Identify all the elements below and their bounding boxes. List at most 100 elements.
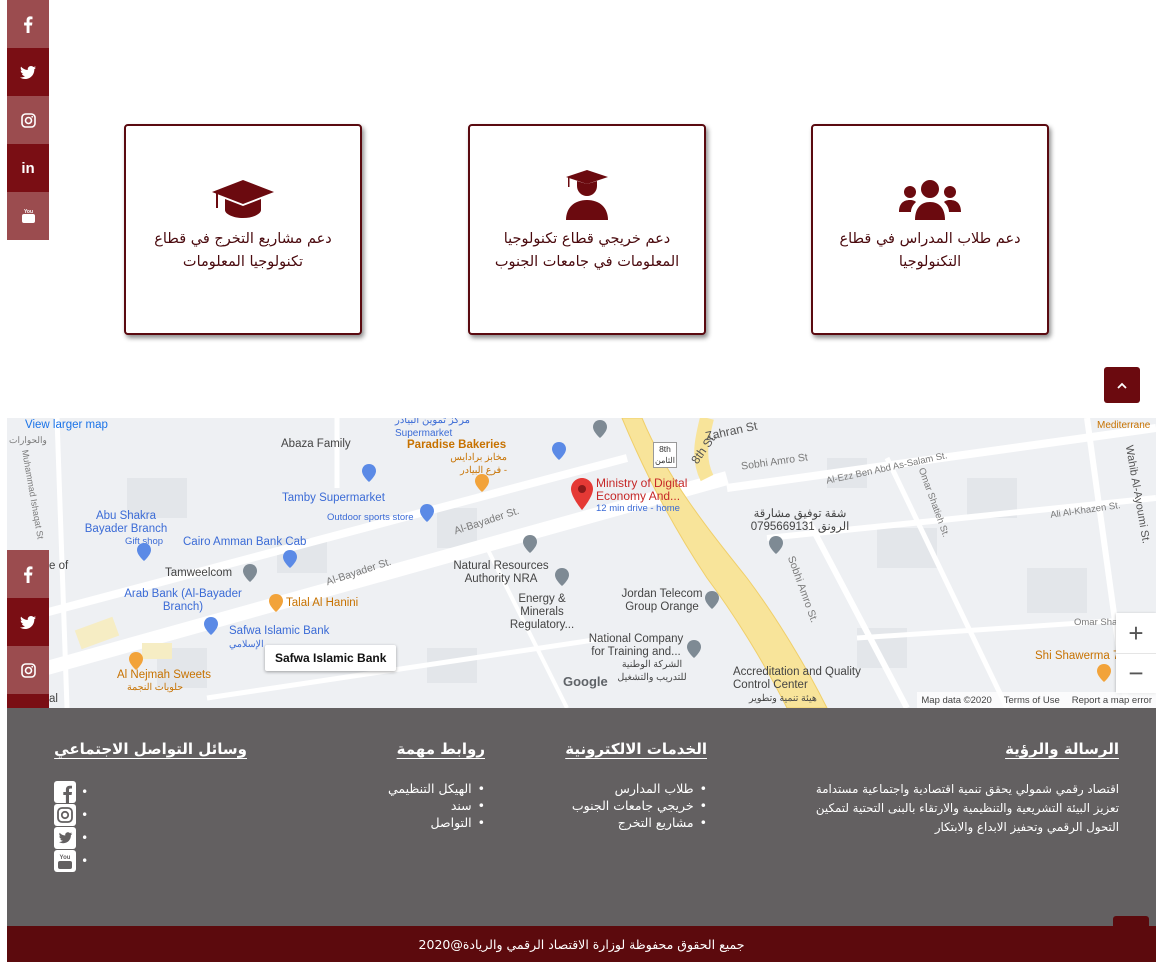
facebook-button[interactable] [7, 550, 49, 598]
footer-services: الخدمات الالكترونية طلاب المدارس خريجي ج… [565, 740, 707, 831]
shopping-pin-icon [362, 464, 376, 482]
map-label: 8th [659, 444, 671, 454]
svg-text:You: You [60, 855, 71, 861]
users-icon [899, 180, 961, 220]
view-larger-map-link[interactable]: View larger map [25, 419, 108, 432]
youtube-icon: You [21, 209, 35, 223]
twitter-button[interactable] [7, 598, 49, 646]
instagram-button[interactable] [7, 646, 49, 694]
bank-pin-icon [283, 550, 297, 568]
footer-link-contact[interactable]: التواصل [388, 814, 485, 831]
graduation-cap-icon [212, 180, 274, 218]
map-label: Outdoor sports store [327, 512, 414, 523]
instagram-icon [20, 662, 36, 678]
map-label: Abu Shakra Bayader Branch [84, 510, 168, 535]
map-label: Tamby Supermarket [282, 492, 385, 504]
linkedin-icon: in [21, 159, 35, 177]
instagram-icon [20, 112, 36, 128]
map-label: الثامن [655, 456, 675, 465]
twitter-square-icon [54, 826, 77, 849]
card-text: دعم خريجي قطاع تكنولوجيا المعلومات في جا… [494, 231, 680, 270]
map-label: هيئة تنمية وتطوير [749, 693, 817, 704]
card-it-graduates[interactable]: دعم خريجي قطاع تكنولوجيا المعلومات في جا… [468, 124, 706, 335]
map-label: شقة توفيق مشارقة الرونق 0795669131 [750, 508, 850, 533]
map-label: Tamweelcom [165, 567, 233, 579]
shopping-pin-icon [420, 504, 434, 522]
map-label: Natural Resources Authority NRA [453, 560, 549, 585]
map-road-label: Omar Sha [1074, 617, 1118, 628]
footer-social-list: • • • You • [54, 780, 247, 872]
copyright-text: جميع الحقوق محفوظة لوزارة الاقتصاد الرقم… [418, 936, 745, 952]
map-marker-subtitle: 12 min drive - home [596, 503, 680, 514]
social-sidebar-top: in You [7, 0, 49, 240]
place-pin-icon [523, 535, 537, 553]
map-label: الإسلامي [229, 639, 264, 650]
report-error-link[interactable]: Report a map error [1072, 695, 1152, 706]
restaurant-pin-icon [129, 652, 143, 670]
services-title: الخدمات الالكترونية [565, 740, 707, 758]
map-label: حلويات النجمة [127, 682, 184, 693]
card-graduation-projects[interactable]: دعم مشاريع التخرج في قطاع تكنولوجيا المع… [124, 124, 362, 335]
zoom-controls: + − [1116, 613, 1156, 693]
terms-link[interactable]: Terms of Use [1004, 695, 1060, 706]
bank-pin-icon [204, 617, 218, 635]
footer-facebook[interactable]: • [54, 780, 247, 803]
eighth-circle-sign: 8th الثامن [653, 442, 677, 468]
twitter-icon [20, 65, 36, 79]
youtube-button[interactable]: You [7, 192, 49, 240]
embedded-map[interactable]: View larger map والحوارات Muhammad Ishaq… [7, 418, 1156, 708]
instagram-button[interactable] [7, 96, 49, 144]
card-text: دعم مشاريع التخرج في قطاع تكنولوجيا المع… [154, 231, 332, 270]
footer-link-structure[interactable]: الهيكل التنظيمي [388, 780, 485, 797]
bullet: • [81, 784, 89, 799]
zoom-out-button[interactable]: − [1116, 653, 1156, 693]
card-text: دعم طلاب المدراس في قطاع التكنولوجيا [839, 231, 1021, 270]
place-pin-icon [769, 536, 783, 554]
footer-twitter[interactable]: • [54, 826, 247, 849]
map-attribution: Map data ©2020 Terms of Use Report a map… [917, 692, 1156, 708]
facebook-icon [24, 15, 33, 33]
footer: الرسالة والرؤية اقتصاد رقمي شمولي يحقق ت… [7, 708, 1156, 946]
map-label: Arab Bank (Al-Bayader Branch) [124, 588, 242, 613]
linkedin-button[interactable]: in [7, 144, 49, 192]
social-title: وسائل التواصل الاجتماعي [54, 740, 247, 758]
map-label: Jordan Telecom Group Orange [621, 588, 703, 613]
map-background [7, 418, 1156, 708]
vision-title: الرسالة والرؤية [1005, 740, 1119, 758]
instagram-square-icon [54, 803, 77, 826]
scroll-top-button[interactable] [1104, 367, 1140, 403]
map-label: Cairo Amman Bank Cab [183, 536, 307, 548]
chevron-up-icon [1117, 382, 1127, 389]
map-label: Energy & Minerals Regulatory... [509, 593, 575, 631]
footer-links: روابط مهمة الهيكل التنظيمي سند التواصل [388, 740, 485, 831]
map-label: Mediterrane [1097, 420, 1151, 431]
bank-pin-icon [552, 442, 566, 460]
map-pin-icon [571, 478, 593, 510]
footer-youtube[interactable]: You • [54, 849, 247, 872]
restaurant-pin-icon [269, 594, 283, 612]
shopping-pin-icon [137, 543, 151, 561]
footer-social: وسائل التواصل الاجتماعي • • • You • [54, 740, 247, 872]
footer-link-graduates[interactable]: خريجي جامعات الجنوب [565, 797, 707, 814]
twitter-button[interactable] [7, 48, 49, 96]
footer-link-schools[interactable]: طلاب المدارس [565, 780, 707, 797]
zoom-in-button[interactable]: + [1116, 613, 1156, 653]
map-label: e of [49, 560, 69, 572]
place-pin-icon [243, 564, 257, 582]
map-label: Abaza Family [281, 438, 351, 450]
map-marker-title[interactable]: Ministry of Digital Economy And... [596, 477, 688, 503]
facebook-button[interactable] [7, 0, 49, 48]
facebook-icon [24, 565, 33, 583]
card-school-students[interactable]: دعم طلاب المدراس في قطاع التكنولوجيا [811, 124, 1049, 335]
map-label: Accreditation and Quality Control Center [733, 666, 861, 691]
twitter-icon [20, 615, 36, 629]
map-label: Talal Al Hanini [286, 597, 359, 609]
footer-link-projects[interactable]: مشاريع التخرج [565, 814, 707, 831]
footer-instagram[interactable]: • [54, 803, 247, 826]
place-pin-icon [687, 640, 701, 658]
map-label: al [49, 693, 58, 705]
graduate-icon [566, 170, 608, 220]
footer-link-sanad[interactable]: سند [388, 797, 485, 814]
map-label: والحوارات [9, 435, 47, 445]
place-pin-icon [555, 568, 569, 586]
